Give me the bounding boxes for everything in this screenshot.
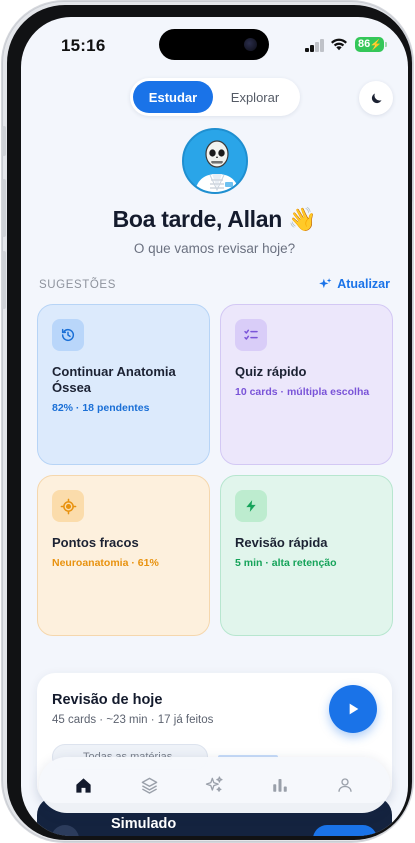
layers-icon — [141, 777, 157, 794]
simulado-start-button[interactable] — [313, 825, 377, 836]
card-title: Revisão rápida — [235, 535, 328, 550]
moon-icon — [371, 93, 381, 103]
suggestion-card-quiz[interactable]: Quiz rápido 10 cards · múltipla escolha — [220, 304, 393, 465]
suggestion-card-quick-review[interactable]: Revisão rápida 5 min · alta retenção — [220, 475, 393, 636]
refresh-button[interactable]: Atualizar — [318, 277, 390, 291]
greeting-subtitle: O que vamos revisar hoje? — [133, 241, 296, 256]
checklist-icon — [235, 319, 267, 351]
suggestion-card-continue[interactable]: Continuar Anatomia Óssea 82% · 18 penden… — [37, 304, 210, 465]
home-icon — [76, 777, 91, 793]
phone-frame: 15:16 86 ⚡ Estudar Explorar Boa tarde, A… — [2, 1, 413, 842]
refresh-label: Atualizar — [337, 277, 390, 291]
play-icon — [349, 703, 359, 715]
signal-icon — [305, 39, 325, 52]
tab-decks[interactable] — [129, 765, 169, 805]
action-button — [2, 126, 6, 156]
tab-explorar[interactable]: Explorar — [213, 81, 297, 113]
card-meta: 10 cards · múltipla escolha — [235, 386, 370, 398]
avatar[interactable] — [182, 128, 248, 194]
volume-up-button — [2, 179, 6, 237]
tab-ai[interactable] — [194, 765, 234, 805]
tab-home[interactable] — [64, 765, 104, 805]
bar-chart-icon — [273, 779, 287, 792]
review-summary: 45 cards · ~23 min · 17 já feitos — [52, 714, 214, 726]
tab-estudar[interactable]: Estudar — [133, 81, 213, 113]
suggestion-card-weak-points[interactable]: Pontos fracos Neuroanatomia · 61% — [37, 475, 210, 636]
tab-profile[interactable] — [325, 765, 365, 805]
card-meta: 5 min · alta retenção — [235, 557, 337, 569]
battery-tip — [385, 42, 387, 47]
skeleton-avatar-image — [184, 130, 246, 192]
camera-icon — [244, 38, 257, 51]
wifi-icon — [331, 38, 347, 51]
charging-icon: ⚡ — [369, 40, 382, 51]
dynamic-island — [159, 29, 269, 60]
battery-indicator: 86 ⚡ — [355, 37, 384, 52]
card-title: Continuar Anatomia Óssea — [52, 364, 176, 395]
bezel: 15:16 86 ⚡ Estudar Explorar Boa tarde, A… — [7, 5, 412, 840]
mode-switch: Estudar Explorar — [130, 78, 300, 116]
app-screen: 15:16 86 ⚡ Estudar Explorar Boa tarde, A… — [21, 17, 408, 836]
sparkles-icon — [206, 776, 224, 792]
card-meta: 82% · 18 pendentes — [52, 402, 150, 414]
card-title: Pontos fracos — [52, 535, 139, 550]
card-title: Quiz rápido — [235, 364, 307, 379]
card-meta: Neuroanatomia · 61% — [52, 557, 159, 569]
status-time: 15:16 — [61, 36, 106, 55]
battery-level: 86 — [358, 38, 371, 50]
tab-stats[interactable] — [260, 765, 300, 805]
volume-down-button — [2, 251, 6, 309]
simulado-title: Simulado — [111, 816, 177, 832]
history-icon — [52, 319, 84, 351]
section-label: SUGESTÕES — [39, 279, 116, 291]
target-icon — [52, 490, 84, 522]
greeting-title: Boa tarde, Allan 👋 — [112, 206, 317, 232]
review-title: Revisão de hoje — [52, 692, 163, 708]
sparkles-icon — [319, 278, 332, 289]
start-review-button[interactable] — [329, 685, 377, 733]
lightning-icon — [235, 490, 267, 522]
person-icon — [338, 778, 352, 792]
bottom-tab-bar — [39, 757, 390, 813]
theme-toggle-button[interactable] — [359, 81, 393, 115]
